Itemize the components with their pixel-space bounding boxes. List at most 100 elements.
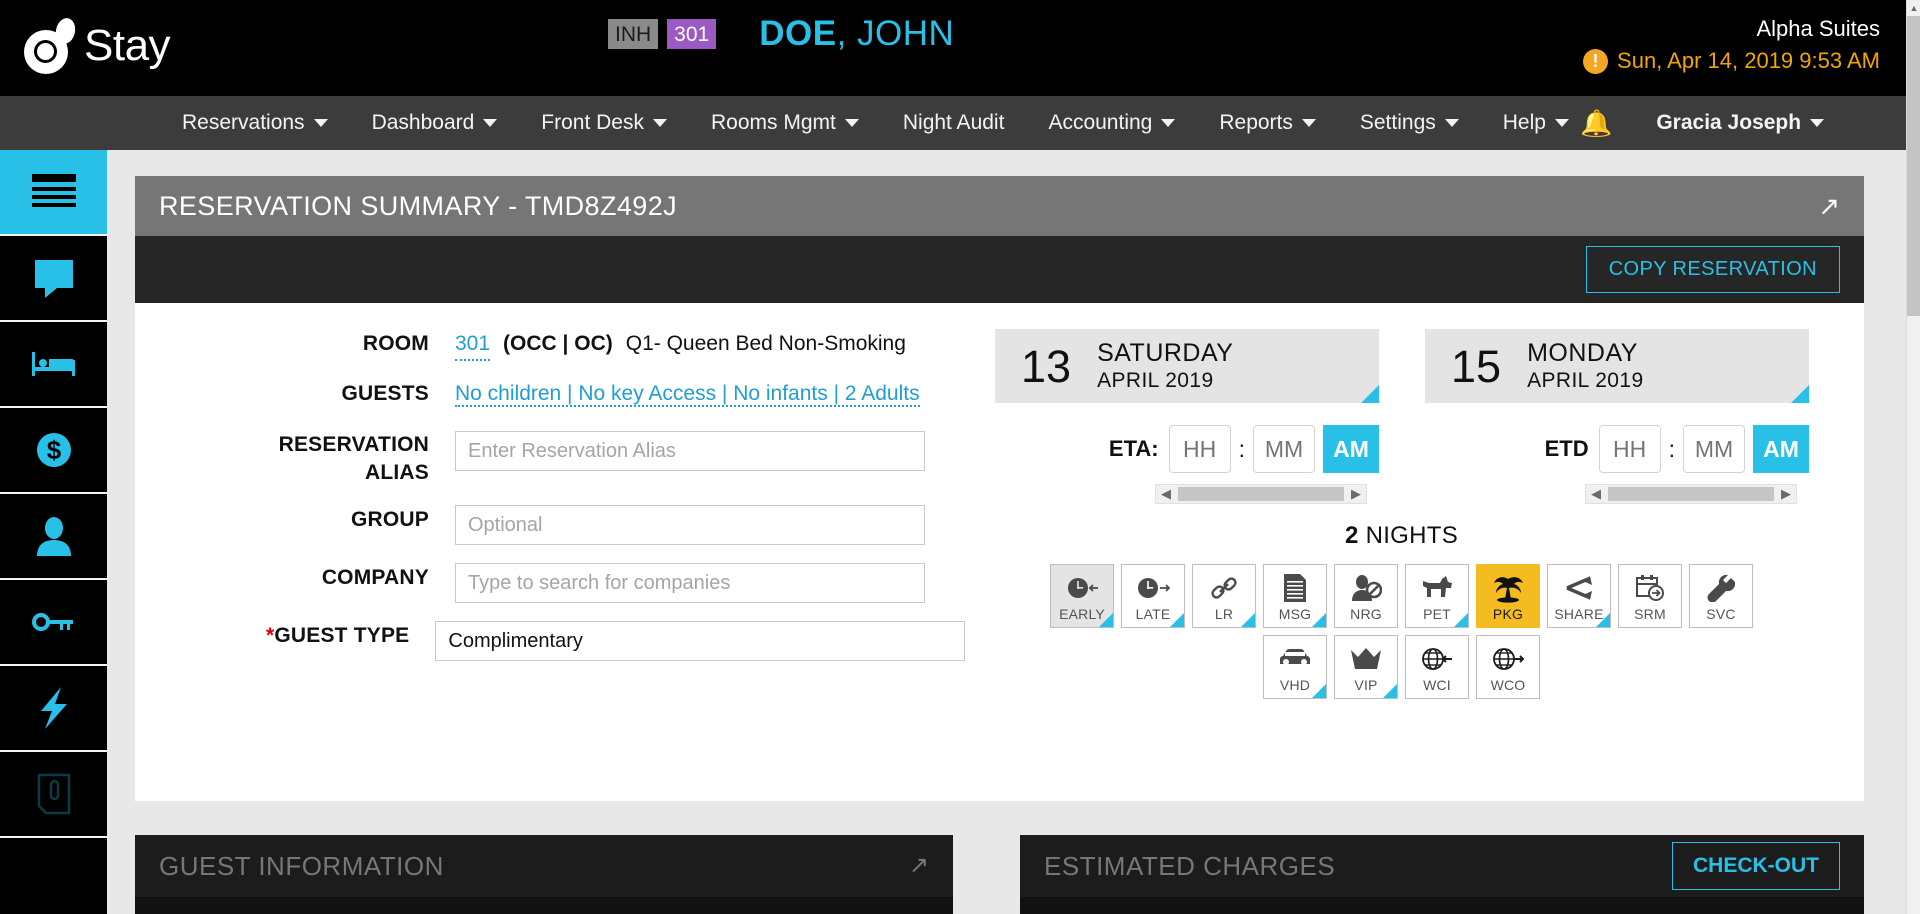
arrival-date-card[interactable]: 13 SATURDAY APRIL 2019 bbox=[995, 329, 1379, 403]
calendar-next-icon bbox=[1635, 571, 1665, 605]
eta-ampm-toggle[interactable]: AM bbox=[1323, 425, 1379, 473]
company-label: COMPANY bbox=[321, 566, 429, 589]
nav-item-user-menu[interactable]: Gracia Joseph bbox=[1634, 96, 1846, 150]
link-icon bbox=[1210, 571, 1238, 605]
check-out-button[interactable]: CHECK-OUT bbox=[1672, 842, 1840, 890]
alias-label-line2: ALIAS bbox=[365, 461, 429, 484]
stay-times: ETA: : AM ◀ ▶ bbox=[965, 425, 1838, 504]
form-row-group: GROUP bbox=[165, 505, 965, 545]
eta-hour-input[interactable] bbox=[1168, 425, 1231, 473]
message-icon bbox=[33, 258, 75, 298]
key-icon bbox=[31, 610, 76, 634]
sidebar-item-rooms[interactable] bbox=[0, 322, 107, 408]
flag-label: MSG bbox=[1278, 606, 1312, 622]
etd-minute-input[interactable] bbox=[1683, 425, 1745, 473]
flag-vip[interactable]: VIP bbox=[1334, 635, 1398, 699]
nights-number: 2 bbox=[1344, 522, 1359, 549]
flag-nrg[interactable]: NRG bbox=[1334, 564, 1398, 628]
flag-label: VHD bbox=[1279, 677, 1311, 693]
sidebar-item-keys[interactable] bbox=[0, 580, 107, 666]
guest-type-label: GUEST TYPE bbox=[274, 624, 410, 647]
flag-wco[interactable]: WCO bbox=[1476, 635, 1540, 699]
arrival-day: 13 bbox=[1021, 340, 1072, 392]
etd-hour-input[interactable] bbox=[1598, 425, 1661, 473]
scroll-right-icon[interactable]: ▶ bbox=[1776, 486, 1796, 502]
flag-late[interactable]: LATE bbox=[1121, 564, 1185, 628]
chevron-down-icon bbox=[1444, 119, 1459, 127]
form-row-alias: RESERVATION ALIAS bbox=[165, 431, 965, 487]
flag-label: WCO bbox=[1490, 677, 1526, 693]
guest-type-select[interactable] bbox=[435, 621, 965, 661]
chevron-down-icon bbox=[1554, 119, 1569, 127]
departure-date-card[interactable]: 15 MONDAY APRIL 2019 bbox=[1425, 329, 1809, 403]
corner-marker-icon bbox=[1791, 385, 1809, 403]
flag-label: LR bbox=[1214, 606, 1234, 622]
notification-bell-icon[interactable]: 🔔 bbox=[1580, 108, 1612, 139]
flag-vhd[interactable]: VHD bbox=[1263, 635, 1327, 699]
flag-pkg[interactable]: PKG bbox=[1476, 564, 1540, 628]
scroll-up-icon[interactable]: ▲ bbox=[1907, 0, 1920, 16]
sidebar-item-messages[interactable] bbox=[0, 236, 107, 322]
nav-item-rooms-mgmt[interactable]: Rooms Mgmt bbox=[689, 96, 881, 150]
flag-early[interactable]: EARLY bbox=[1050, 564, 1114, 628]
nav-item-front-desk[interactable]: Front Desk bbox=[519, 96, 689, 150]
flag-wci[interactable]: WCI bbox=[1405, 635, 1469, 699]
scroll-thumb[interactable] bbox=[1178, 487, 1344, 501]
departure-weekday: MONDAY bbox=[1527, 339, 1638, 368]
etd-scrollbar[interactable]: ◀ ▶ bbox=[1585, 484, 1797, 504]
nav-item-night-audit[interactable]: Night Audit bbox=[881, 96, 1027, 150]
reservation-summary-card: RESERVATION SUMMARY - TMD8Z492J ↗ COPY R… bbox=[135, 176, 1864, 801]
flag-msg[interactable]: MSG bbox=[1263, 564, 1327, 628]
room-number-link[interactable]: 301 bbox=[455, 329, 491, 361]
page-title: RESERVATION SUMMARY - TMD8Z492J bbox=[159, 190, 678, 221]
nav-item-dashboard[interactable]: Dashboard bbox=[350, 96, 520, 150]
sidebar-item-guest[interactable] bbox=[0, 494, 107, 580]
scroll-right-icon[interactable]: ▶ bbox=[1346, 486, 1366, 502]
scrollbar-thumb[interactable] bbox=[1907, 16, 1920, 316]
crown-icon bbox=[1350, 642, 1382, 676]
sidebar-item-billing[interactable]: $ bbox=[0, 408, 107, 494]
chevron-down-icon bbox=[1161, 119, 1176, 127]
dog-icon bbox=[1420, 571, 1454, 605]
nav-item-reports[interactable]: Reports bbox=[1197, 96, 1338, 150]
nav-item-settings[interactable]: Settings bbox=[1338, 96, 1481, 150]
flag-share[interactable]: SHARE bbox=[1547, 564, 1611, 628]
nav-label: Help bbox=[1502, 111, 1546, 134]
scroll-thumb[interactable] bbox=[1608, 487, 1774, 501]
arrival-monthyear: APRIL 2019 bbox=[1097, 368, 1214, 392]
nav-item-help[interactable]: Help 🔔 bbox=[1481, 96, 1635, 150]
eta-minute-input[interactable] bbox=[1253, 425, 1315, 473]
nav-label: Settings bbox=[1359, 111, 1436, 134]
company-input[interactable] bbox=[455, 563, 925, 603]
flag-svc[interactable]: SVC bbox=[1689, 564, 1753, 628]
sidebar-item-documents[interactable] bbox=[0, 752, 107, 838]
guests-detail-link[interactable]: No children | No key Access | No infants… bbox=[455, 382, 920, 407]
group-input[interactable] bbox=[455, 505, 925, 545]
flag-srm[interactable]: SRM bbox=[1618, 564, 1682, 628]
form-row-company: COMPANY bbox=[165, 563, 965, 603]
nav-item-reservations[interactable]: Reservations bbox=[160, 96, 350, 150]
alert-icon[interactable]: ! bbox=[1583, 48, 1609, 74]
page-scrollbar[interactable]: ▲ bbox=[1906, 0, 1920, 914]
nav-item-accounting[interactable]: Accounting bbox=[1026, 96, 1197, 150]
app-logo[interactable]: Stay bbox=[24, 16, 171, 74]
etd-ampm-toggle[interactable]: AM bbox=[1753, 425, 1809, 473]
scroll-left-icon[interactable]: ◀ bbox=[1586, 486, 1606, 502]
scroll-left-icon[interactable]: ◀ bbox=[1156, 486, 1176, 502]
reservation-alias-input[interactable] bbox=[455, 431, 925, 471]
guest-information-title: GUEST INFORMATION bbox=[159, 850, 444, 881]
copy-reservation-button[interactable]: COPY RESERVATION bbox=[1585, 246, 1840, 293]
eta-scrollbar[interactable]: ◀ ▶ bbox=[1155, 484, 1367, 504]
guest-name: DOE, JOHN bbox=[759, 14, 954, 54]
flag-pet[interactable]: PET bbox=[1405, 564, 1469, 628]
flag-lr[interactable]: LR bbox=[1192, 564, 1256, 628]
sidebar-item-quick-actions[interactable] bbox=[0, 666, 107, 752]
expand-icon[interactable]: ↗ bbox=[1818, 193, 1840, 219]
sidebar-item-summary[interactable] bbox=[0, 150, 107, 236]
corner-marker-icon bbox=[1312, 613, 1326, 627]
dollar-icon: $ bbox=[34, 430, 74, 470]
chevron-down-icon bbox=[483, 119, 498, 127]
flag-label: PKG bbox=[1492, 606, 1524, 622]
expand-icon[interactable]: ↗ bbox=[909, 854, 929, 878]
chevron-down-icon bbox=[653, 119, 667, 127]
